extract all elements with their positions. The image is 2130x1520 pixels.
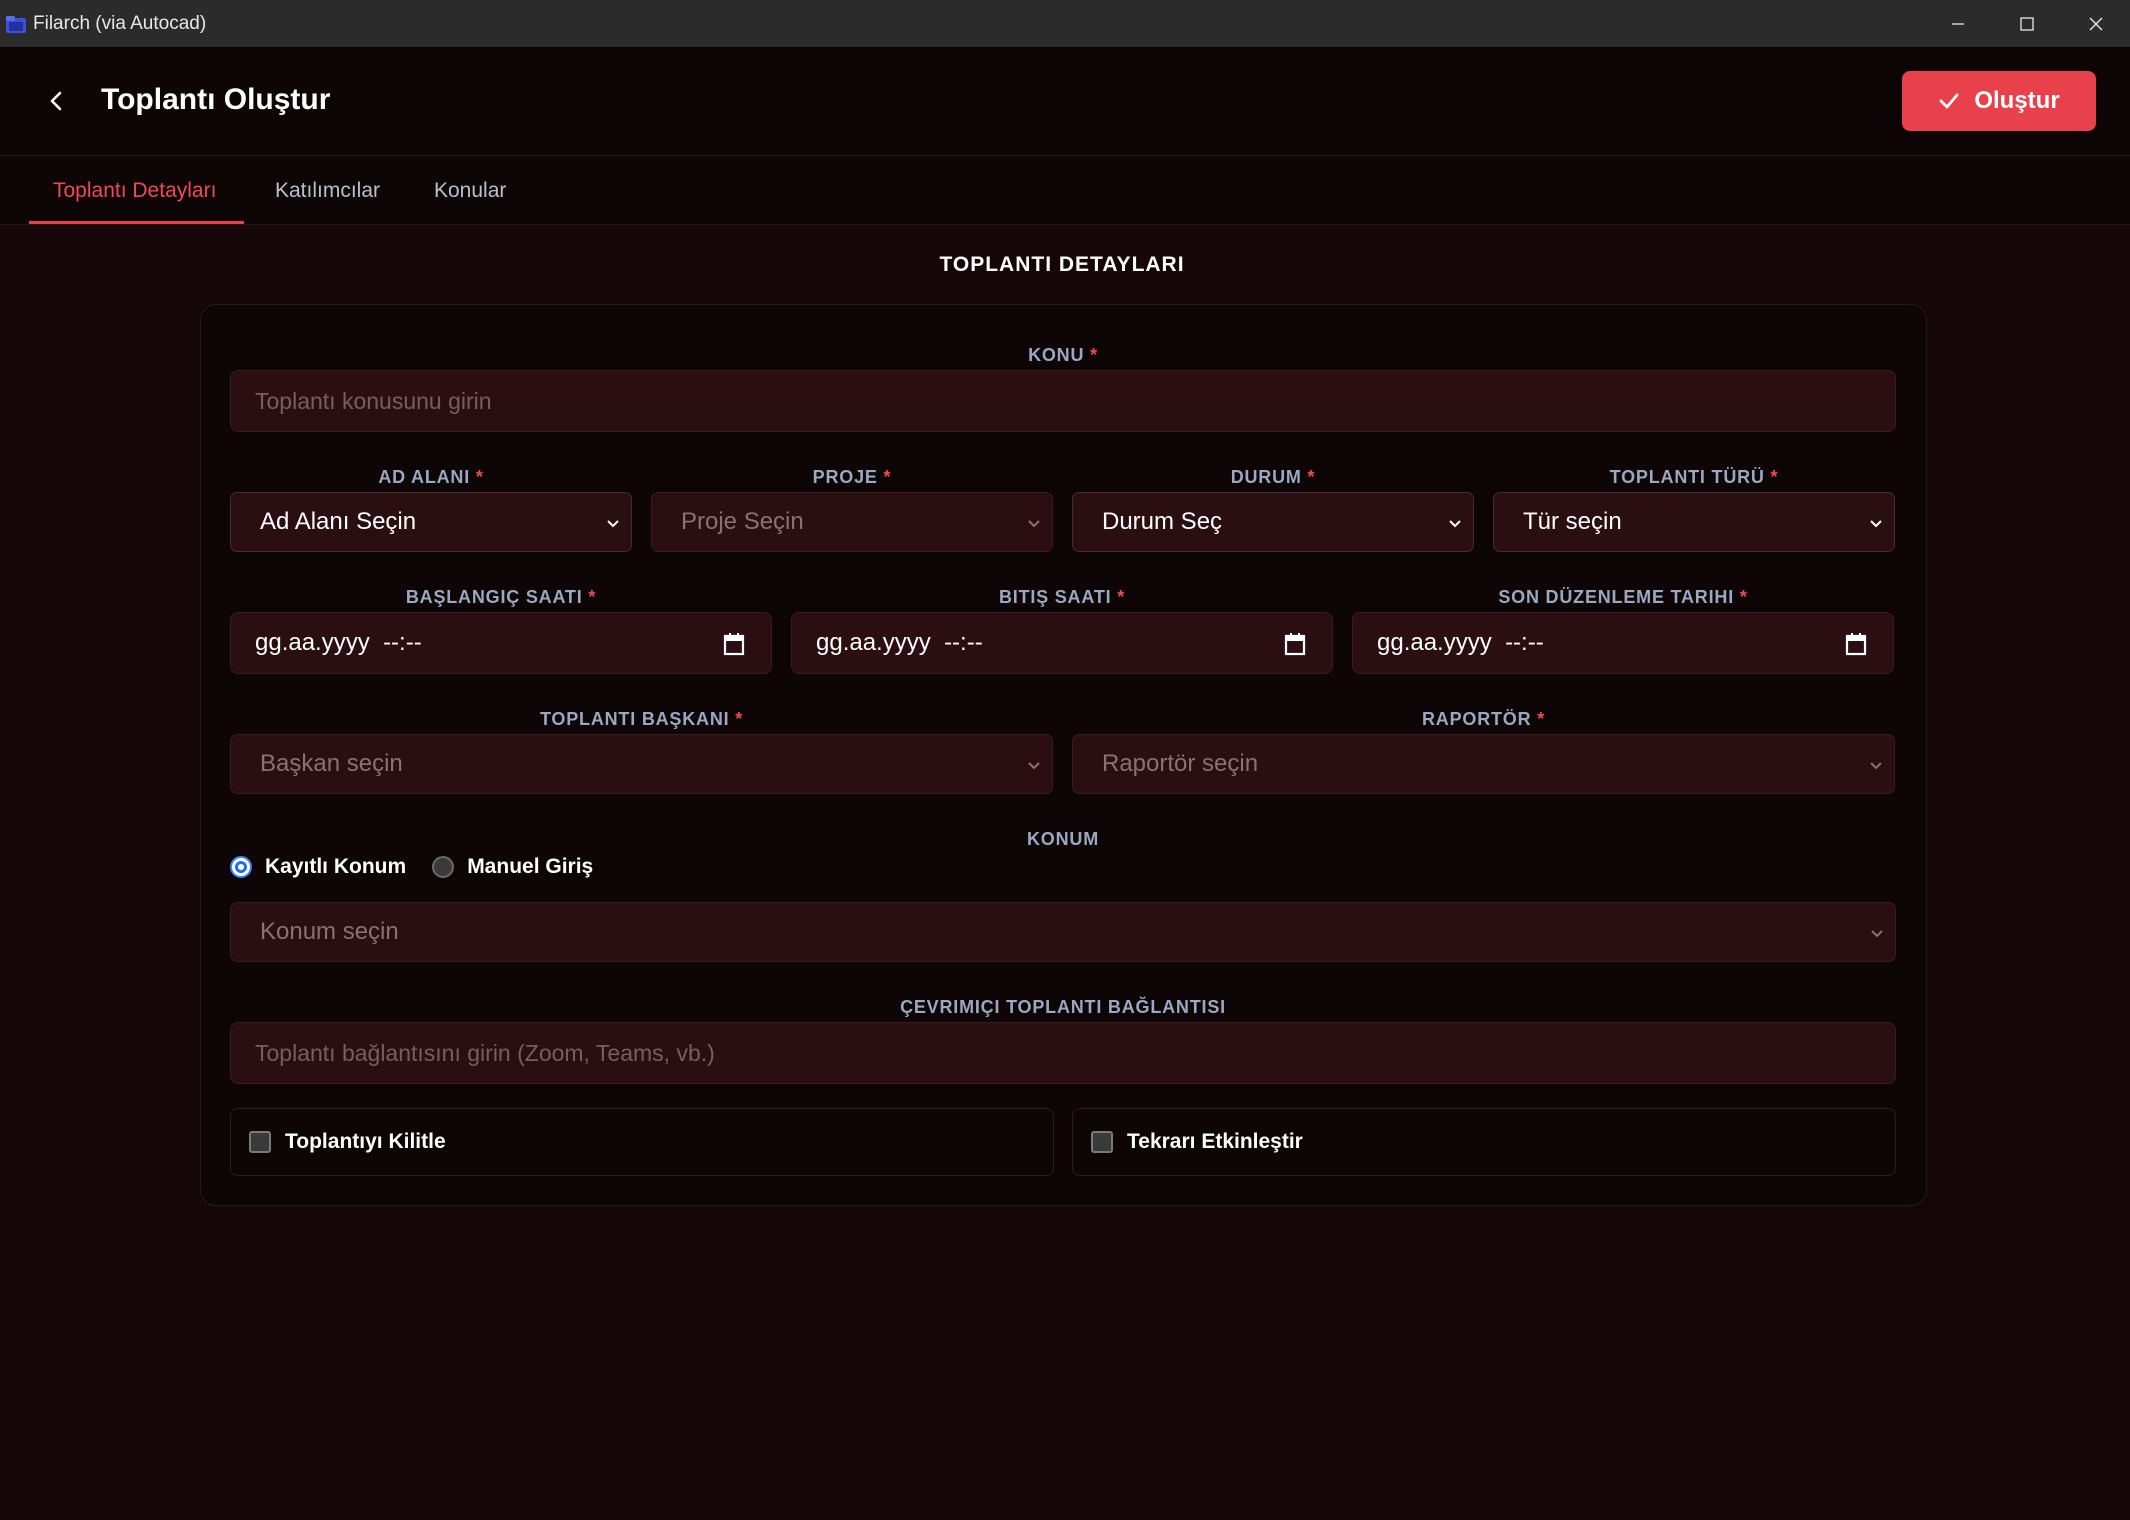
create-button[interactable]: Oluştur: [1902, 71, 2096, 131]
chair-select[interactable]: Başkan seçin: [230, 734, 1053, 794]
minimize-button[interactable]: [1923, 0, 1992, 47]
status-select[interactable]: Durum Seç: [1072, 492, 1474, 552]
last-edit-input[interactable]: gg.aa.yyyy --:--: [1352, 612, 1894, 674]
lock-meeting-option[interactable]: Toplantıyı Kilitle: [230, 1108, 1054, 1176]
active-tab-indicator: [29, 221, 244, 224]
tab-bar: Toplantı Detayları Katılımcılar Konular: [0, 156, 2130, 225]
saved-location-radio-label[interactable]: Kayıtlı Konum: [265, 855, 406, 879]
manual-entry-radio[interactable]: [432, 856, 455, 878]
page-title: Toplantı Oluştur: [101, 83, 331, 116]
tab-participants[interactable]: Katılımcılar: [275, 156, 380, 225]
page-header: Toplantı Oluştur Oluştur: [0, 47, 2130, 156]
chevron-down-icon: [1028, 520, 1040, 528]
end-time-label: BITIŞ SAATI *: [998, 587, 1126, 607]
maximize-button[interactable]: [1992, 0, 2061, 47]
chevron-down-icon: [1870, 762, 1882, 770]
chevron-down-icon: [1449, 520, 1461, 528]
folder-app-icon: [6, 15, 26, 33]
namespace-label: AD ALANI *: [378, 467, 484, 487]
back-button[interactable]: [38, 83, 74, 119]
enable-recurrence-checkbox[interactable]: [1091, 1131, 1113, 1153]
status-select-value: Durum Seç: [1102, 508, 1223, 535]
last-edit-value: gg.aa.yyyy --:--: [1377, 629, 1544, 656]
location-mode-radios: Kayıtlı Konum Manuel Giriş: [230, 855, 593, 879]
online-link-label: ÇEVRIMIÇI TOPLANTI BAĞLANTISI: [900, 997, 1226, 1017]
location-select-value: Konum seçin: [260, 918, 399, 945]
chair-label: TOPLANTI BAŞKANI *: [539, 709, 744, 729]
start-time-value: gg.aa.yyyy --:--: [255, 629, 422, 656]
manual-entry-radio-label[interactable]: Manuel Giriş: [467, 855, 593, 879]
chevron-down-icon: [1870, 520, 1882, 528]
status-label: DURUM *: [1230, 467, 1316, 487]
subject-input[interactable]: Toplantı konusunu girin: [230, 370, 1896, 432]
last-edit-label: SON DÜZENLEME TARIHI *: [1498, 587, 1748, 607]
reporter-select-value: Raportör seçin: [1102, 750, 1259, 777]
lock-meeting-label: Toplantıyı Kilitle: [285, 1130, 446, 1153]
tab-meeting-details[interactable]: Toplantı Detayları: [53, 156, 216, 225]
subject-label: KONU *: [1028, 345, 1098, 365]
chevron-down-icon: [1028, 762, 1040, 770]
calendar-icon[interactable]: [1284, 632, 1306, 656]
project-select[interactable]: Proje Seçin: [651, 492, 1053, 552]
create-button-label: Oluştur: [1974, 87, 2060, 114]
lock-meeting-checkbox[interactable]: [249, 1131, 271, 1153]
reporter-select[interactable]: Raportör seçin: [1072, 734, 1895, 794]
chevron-down-icon: [1871, 930, 1883, 938]
minimize-icon: [1951, 22, 1964, 25]
location-label: KONUM: [1027, 829, 1099, 849]
chair-select-value: Başkan seçin: [260, 750, 403, 777]
meeting-type-select[interactable]: Tür seçin: [1493, 492, 1895, 552]
meeting-type-label: TOPLANTI TÜRÜ *: [1609, 467, 1779, 487]
calendar-icon[interactable]: [723, 632, 745, 656]
tab-topics[interactable]: Konular: [434, 156, 506, 225]
enable-recurrence-label: Tekrarı Etkinleştir: [1127, 1130, 1303, 1153]
chevron-left-icon: [50, 91, 62, 111]
close-window-button[interactable]: [2061, 0, 2130, 47]
location-select[interactable]: Konum seçin: [230, 902, 1896, 962]
window-titlebar: Filarch (via Autocad): [0, 0, 2130, 47]
window-title: Filarch (via Autocad): [33, 12, 207, 34]
check-icon: [1939, 93, 1959, 109]
end-time-value: gg.aa.yyyy --:--: [816, 629, 983, 656]
saved-location-radio[interactable]: [230, 856, 252, 878]
start-time-input[interactable]: gg.aa.yyyy --:--: [230, 612, 772, 674]
reporter-label: RAPORTÖR *: [1421, 709, 1546, 729]
section-heading: TOPLANTI DETAYLARI: [939, 253, 1185, 276]
meeting-type-select-value: Tür seçin: [1523, 508, 1622, 535]
online-link-input[interactable]: Toplantı bağlantısını girin (Zoom, Teams…: [230, 1022, 1896, 1084]
project-label: PROJE *: [812, 467, 892, 487]
namespace-select-value: Ad Alanı Seçin: [260, 508, 417, 535]
enable-recurrence-option[interactable]: Tekrarı Etkinleştir: [1072, 1108, 1896, 1176]
chevron-down-icon: [607, 520, 619, 528]
end-time-input[interactable]: gg.aa.yyyy --:--: [791, 612, 1333, 674]
start-time-label: BAŞLANGIÇ SAATI *: [405, 587, 597, 607]
maximize-icon: [2019, 16, 2034, 31]
close-icon: [2089, 17, 2102, 30]
calendar-icon[interactable]: [1845, 632, 1867, 656]
window-controls: [1923, 0, 2130, 47]
project-select-value: Proje Seçin: [681, 508, 804, 535]
namespace-select[interactable]: Ad Alanı Seçin: [230, 492, 632, 552]
